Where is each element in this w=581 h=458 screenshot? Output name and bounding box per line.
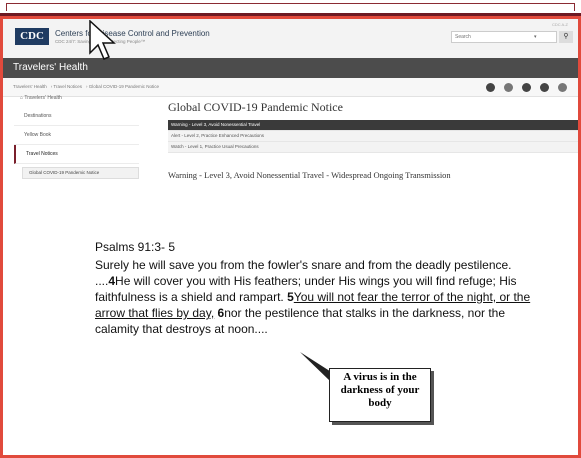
mouse-cursor-icon xyxy=(89,20,116,60)
callout-box: A virus is in the darkness of your body xyxy=(329,368,431,422)
callout-pointer xyxy=(300,352,336,381)
